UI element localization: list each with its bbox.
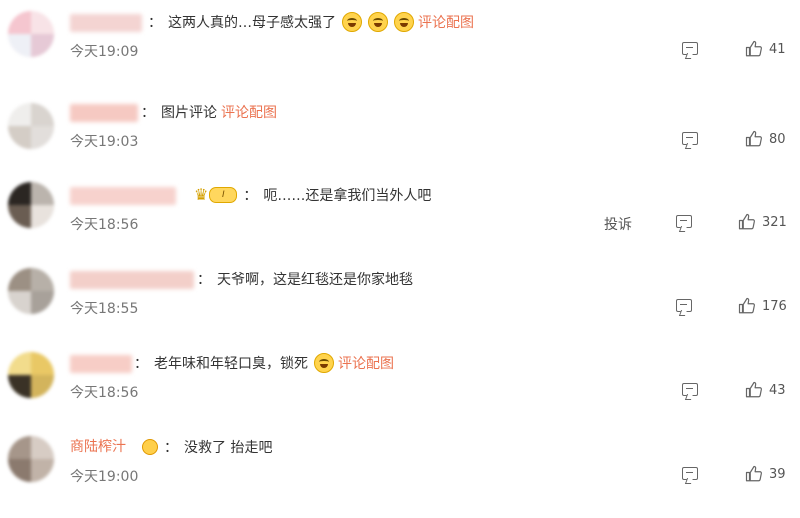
like-button[interactable]: 39 [745, 465, 786, 483]
crown-icon: ♛ [194, 185, 209, 204]
comment-text: 老年味和年轻口臭，锁死 [154, 356, 308, 372]
comment-line: ： 老年味和年轻口臭，锁死 评论配图 [134, 351, 394, 375]
comment-image-link[interactable]: 评论配图 [418, 12, 474, 32]
comment-text: 这两人真的…母子感太强了 [168, 15, 336, 31]
comment-time: 今天19:03 [70, 134, 139, 150]
like-count: 39 [769, 466, 786, 482]
crying-laugh-emoji-icon [394, 12, 414, 32]
like-count: 176 [762, 298, 787, 314]
like-count: 321 [762, 214, 787, 230]
comment-time: 今天18:56 [70, 385, 139, 401]
thumbs-up-icon [745, 381, 762, 398]
comment-image-link[interactable]: 评论配图 [221, 102, 277, 122]
thumbs-up-icon [738, 213, 755, 230]
colon-separator: ： [164, 440, 178, 456]
username[interactable]: 商陆榨汁 [70, 436, 126, 456]
username-blurred[interactable] [70, 355, 132, 373]
kiss-emoji-icon [314, 353, 334, 373]
avatar[interactable] [8, 11, 54, 57]
thumbs-up-icon [738, 297, 755, 314]
level-badge: I [209, 187, 238, 203]
comment-item: ： 图片评论 评论配图 今天19:03 80 [0, 99, 800, 183]
avatar[interactable] [8, 182, 54, 228]
like-button[interactable]: 321 [738, 213, 787, 231]
colon-separator: ： [141, 105, 155, 121]
colon-separator: ： [243, 188, 258, 204]
comment-line: ♛ I ： 呃……还是拿我们当外人吧 [190, 183, 431, 207]
colon-separator: ： [197, 272, 211, 288]
comment-line: ： 图片评论 评论配图 [141, 100, 277, 124]
like-count: 80 [769, 131, 786, 147]
crown-emoji-icon [142, 439, 158, 455]
like-button[interactable]: 80 [745, 130, 786, 148]
username-blurred[interactable] [70, 271, 194, 289]
comment-time: 今天19:09 [70, 44, 139, 60]
comment-text: 没救了 抬走吧 [184, 440, 273, 456]
reply-icon[interactable] [682, 132, 698, 145]
reply-icon[interactable] [682, 42, 698, 55]
reply-icon[interactable] [682, 383, 698, 396]
comment-line: ： 没救了 抬走吧 [136, 435, 272, 459]
comment-time: 今天19:00 [70, 469, 139, 485]
colon-separator: ： [134, 356, 148, 372]
username-blurred[interactable] [70, 104, 138, 122]
comment-item: 商陆榨汁 ： 没救了 抬走吧 今天19:00 39 [0, 434, 800, 518]
username-blurred[interactable] [70, 14, 142, 32]
like-button[interactable]: 41 [745, 40, 786, 58]
colon-separator: ： [148, 15, 162, 31]
crown-badge-icon: ♛ I [194, 185, 238, 204]
avatar[interactable] [8, 268, 54, 314]
reply-icon[interactable] [682, 467, 698, 480]
comment-text: 天爷啊，这是红毯还是你家地毯 [217, 272, 413, 288]
like-count: 43 [769, 382, 786, 398]
comment-item: ： 老年味和年轻口臭，锁死 评论配图 今天18:56 43 [0, 350, 800, 434]
report-button[interactable]: 投诉 [604, 214, 632, 234]
like-count: 41 [769, 41, 786, 57]
comment-line: ： 天爷啊，这是红毯还是你家地毯 [197, 267, 413, 291]
comment-item: ： 天爷啊，这是红毯还是你家地毯 今天18:55 176 [0, 266, 800, 350]
username-blurred[interactable] [70, 187, 176, 205]
comment-text: 图片评论 [161, 105, 217, 121]
comment-item: ♛ I ： 呃……还是拿我们当外人吧 今天18:56 投诉 321 [0, 182, 800, 266]
comment-image-link[interactable]: 评论配图 [338, 353, 394, 373]
crying-laugh-emoji-icon [342, 12, 362, 32]
reply-icon[interactable] [676, 215, 692, 228]
comment-item: ： 这两人真的…母子感太强了 评论配图 今天19:09 41 [0, 9, 800, 93]
thumbs-up-icon [745, 40, 762, 57]
crying-laugh-emoji-icon [368, 12, 388, 32]
avatar[interactable] [8, 103, 54, 149]
comment-text: 呃……还是拿我们当外人吧 [263, 188, 432, 204]
comment-time: 今天18:55 [70, 301, 139, 317]
like-button[interactable]: 43 [745, 381, 786, 399]
avatar[interactable] [8, 436, 54, 482]
comment-line: ： 这两人真的…母子感太强了 评论配图 [148, 10, 474, 34]
avatar[interactable] [8, 352, 54, 398]
thumbs-up-icon [745, 465, 762, 482]
comment-time: 今天18:56 [70, 217, 139, 233]
thumbs-up-icon [745, 130, 762, 147]
reply-icon[interactable] [676, 299, 692, 312]
like-button[interactable]: 176 [738, 297, 787, 315]
